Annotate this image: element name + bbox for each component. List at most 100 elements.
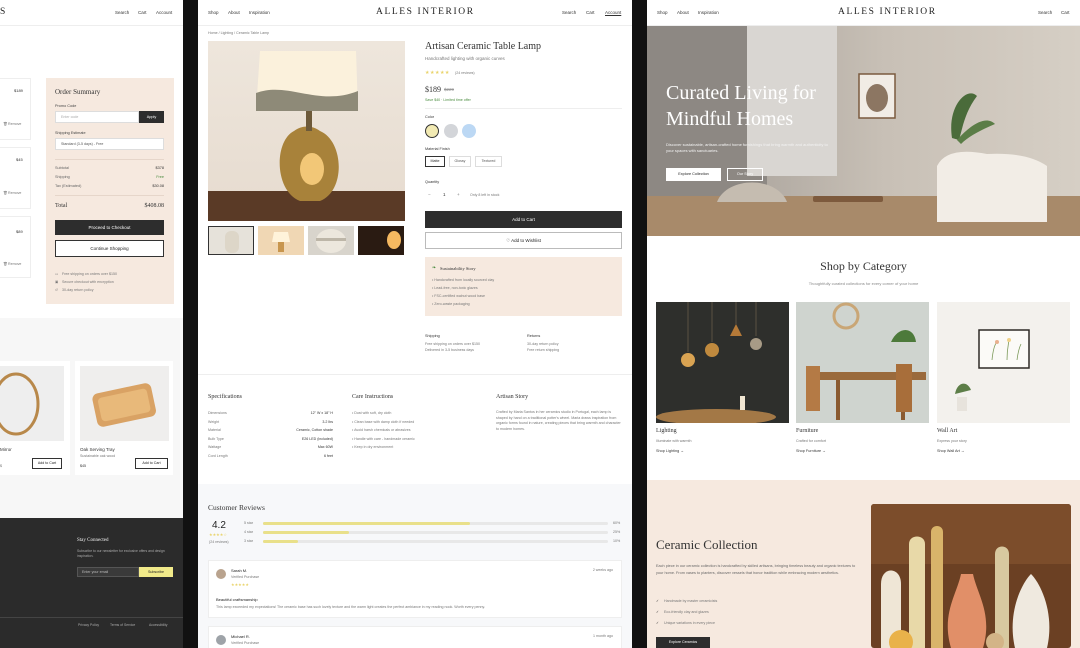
summary-note: 30-day return policy — [62, 288, 94, 292]
spec-label: Weight — [208, 419, 220, 424]
cart-navbar: S Search Cart Account — [0, 0, 183, 26]
product-card[interactable]: Oak Serving Tray Sustainable oak wood $4… — [75, 361, 173, 475]
quantity-value[interactable]: 1 — [443, 192, 446, 197]
story-text: Crafted by Maria Santos in her ceramics … — [496, 410, 621, 431]
nav-shop[interactable]: Shop — [208, 10, 219, 15]
plus-icon[interactable]: + — [457, 192, 460, 197]
category-sub: Express your story — [937, 439, 967, 443]
thumbnail[interactable] — [208, 226, 254, 255]
nav-account[interactable]: Account — [605, 10, 621, 15]
product-card[interactable]: Mirror $ Add to Cart — [0, 361, 70, 475]
average-count: (24 reviews) — [209, 540, 229, 544]
brand-logo[interactable]: ALLES INTERIOR — [838, 7, 937, 17]
footer-link[interactable]: Privacy Policy — [78, 623, 99, 627]
thumbnail[interactable] — [308, 226, 354, 255]
returns-title: Returns — [527, 334, 541, 338]
order-summary: Order Summary Promo Code Enter code Appl… — [46, 78, 174, 304]
remove-button[interactable]: Remove — [8, 122, 21, 126]
shop-furniture-link[interactable]: Shop Furniture → — [796, 449, 826, 453]
add-to-cart-button[interactable]: Add to Cart — [135, 458, 168, 469]
truck-icon: ▭ — [55, 272, 59, 276]
finish-option-matte[interactable]: Matte — [425, 156, 445, 167]
footer-link[interactable]: Terms of Service — [110, 623, 135, 627]
subscribe-button[interactable]: Subscribe — [139, 567, 173, 577]
sustainability-item-text: Handcrafted from locally sourced clay — [434, 278, 495, 282]
check-icon: ✓ — [656, 621, 660, 625]
breadcrumb[interactable]: Home / Lighting / Ceramic Table Lamp — [208, 31, 269, 35]
remove-button[interactable]: Remove — [8, 262, 21, 266]
our-story-button[interactable]: Our Story — [727, 168, 763, 181]
apply-button[interactable]: Apply — [139, 111, 164, 123]
trash-icon[interactable]: 🗑 — [3, 191, 8, 195]
offer-note: Save $40 · Limited time offer — [425, 98, 471, 102]
brand-logo[interactable]: ALLES INTERIOR — [376, 7, 475, 17]
dist-pct: 10% — [613, 539, 621, 543]
shipping-select[interactable]: Standard (3-5 days) - Free — [55, 138, 164, 150]
category-image-lighting[interactable] — [656, 302, 789, 423]
footer-link[interactable]: Accessibility — [149, 623, 167, 627]
trash-icon[interactable]: 🗑 — [3, 262, 8, 266]
finish-option-textured[interactable]: Textured — [475, 156, 502, 167]
color-label: Color — [425, 115, 435, 119]
avatar — [216, 569, 226, 579]
finish-option-glossy[interactable]: Glossy — [449, 156, 471, 167]
care-title: Care Instructions — [352, 394, 394, 400]
nav-about[interactable]: About — [677, 10, 689, 15]
trash-icon[interactable]: 🗑 — [3, 122, 8, 126]
nav-inspiration[interactable]: Inspiration — [698, 10, 719, 15]
thumbnail[interactable] — [358, 226, 404, 255]
category-sub: Illuminate with warmth — [656, 439, 692, 443]
spec-value: 6 feet — [324, 454, 333, 458]
cart-page: S Search Cart Account $189 🗑 Remove $45 … — [0, 0, 183, 648]
main-product-image — [208, 41, 405, 221]
category-image-furniture[interactable] — [796, 302, 929, 423]
thumbnail[interactable] — [258, 226, 304, 255]
rating-bar-fill — [263, 540, 298, 543]
nav-account[interactable]: Account — [156, 10, 172, 15]
explore-ceramics-button[interactable]: Explore Ceramics — [656, 637, 710, 648]
color-swatch-gray[interactable] — [444, 124, 458, 138]
rating-bar-fill — [263, 531, 350, 534]
shop-lighting-link[interactable]: Shop Lighting → — [656, 449, 684, 453]
tax-value: $30.08 — [152, 184, 164, 188]
color-swatch-blue[interactable] — [462, 124, 476, 138]
add-to-cart-button[interactable]: Add to Cart — [32, 458, 62, 469]
review-count[interactable]: (24 reviews) — [455, 71, 475, 75]
email-input[interactable]: Enter your email — [77, 567, 139, 577]
checkout-button[interactable]: Proceed to Checkout — [55, 220, 164, 235]
minus-icon[interactable]: − — [428, 192, 431, 197]
nav-cart[interactable]: Cart — [138, 10, 147, 15]
nav-cart[interactable]: Cart — [1061, 10, 1070, 15]
hero-title-line-2: Mindful Homes — [666, 108, 794, 130]
category-image-wall-art[interactable] — [937, 302, 1070, 423]
shop-wall-art-link[interactable]: Shop Wall Art → — [937, 449, 965, 453]
item-price: $89 — [16, 229, 23, 234]
product-price: $ — [0, 464, 2, 468]
heart-icon: ♡ — [506, 238, 511, 243]
category-name: Lighting — [656, 428, 677, 434]
care-item-text: Clean base with damp cloth if needed — [354, 419, 415, 424]
remove-button[interactable]: Remove — [8, 191, 21, 195]
tray-image — [80, 366, 169, 441]
nav-search[interactable]: Search — [1038, 10, 1052, 15]
sustainability-item: • Zero-waste packaging — [432, 302, 470, 306]
nav-about[interactable]: About — [228, 10, 240, 15]
sustainability-item: • Handcrafted from locally sourced clay — [432, 278, 495, 282]
explore-collection-button[interactable]: Explore Collection — [666, 168, 721, 181]
product-name: Oak Serving Tray — [80, 447, 115, 452]
wishlist-button[interactable]: ♡ Add to Wishlist — [425, 232, 622, 249]
nav-search[interactable]: Search — [562, 10, 576, 15]
promo-input[interactable]: Enter code — [55, 111, 139, 123]
review-stars: ★★★★★ — [231, 582, 249, 587]
continue-shopping-button[interactable]: Continue Shopping — [55, 240, 164, 257]
brand-logo-fragment[interactable]: S — [0, 7, 7, 17]
nav-shop[interactable]: Shop — [657, 10, 668, 15]
nav-cart[interactable]: Cart — [586, 10, 595, 15]
color-swatch-cream[interactable] — [425, 124, 439, 138]
nav-search[interactable]: Search — [115, 10, 129, 15]
nav-inspiration[interactable]: Inspiration — [249, 10, 270, 15]
average-stars: ★★★★☆ — [209, 532, 227, 537]
product-subtitle: Handcrafted lighting with organic curves — [425, 56, 505, 61]
add-to-cart-button[interactable]: Add to Cart — [425, 211, 622, 228]
category-subtitle: Thoughtfully curated collections for eve… — [808, 281, 919, 286]
